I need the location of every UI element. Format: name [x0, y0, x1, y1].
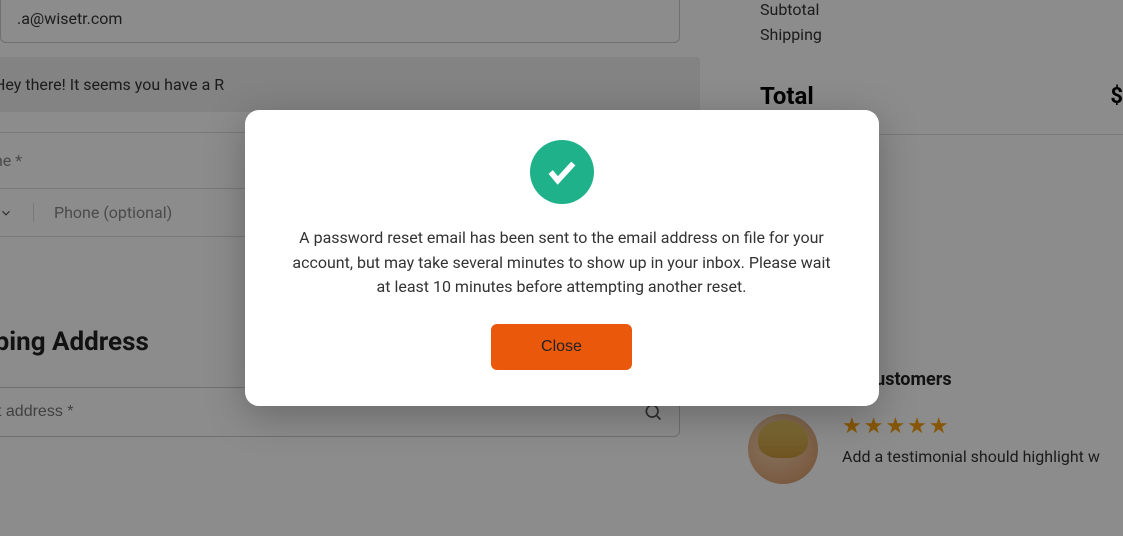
- close-button[interactable]: Close: [491, 324, 632, 370]
- modal-message: A password reset email has been sent to …: [285, 226, 839, 300]
- password-reset-modal: A password reset email has been sent to …: [245, 110, 879, 406]
- success-check-icon: [530, 140, 594, 204]
- modal-overlay[interactable]: A password reset email has been sent to …: [0, 0, 1123, 536]
